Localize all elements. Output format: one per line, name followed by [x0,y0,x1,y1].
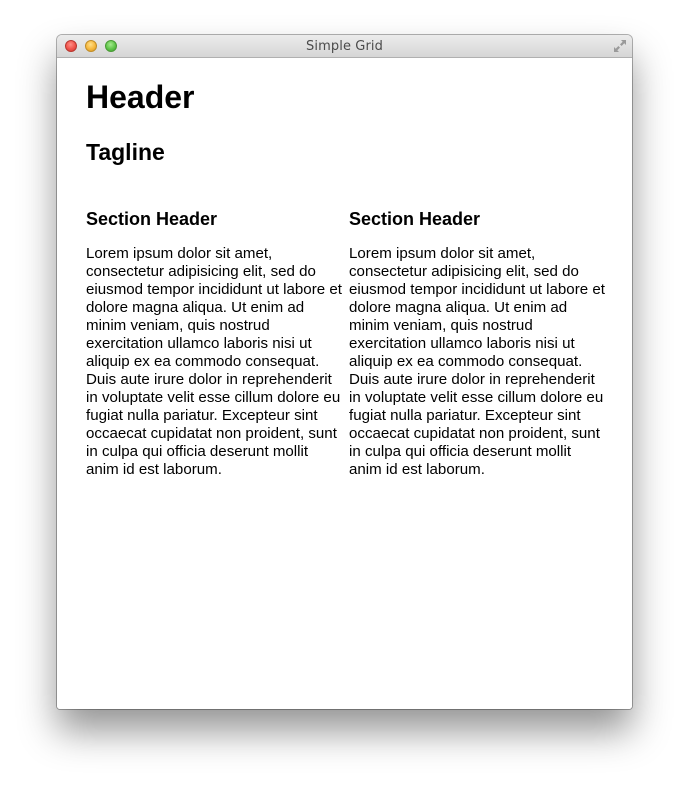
page-content: Header Tagline Section Header Lorem ipsu… [57,58,632,709]
grid-column-right: Section Header Lorem ipsum dolor sit ame… [349,208,605,479]
page-tagline: Tagline [86,139,165,165]
grid-column-left: Section Header Lorem ipsum dolor sit ame… [86,208,342,479]
browser-window: Simple Grid Header Tagline Section Heade… [57,35,632,709]
title-bar[interactable]: Simple Grid [57,35,632,58]
page-header: Header [86,79,195,115]
section-body-text: Lorem ipsum dolor sit amet, consectetur … [86,245,342,478]
section-header: Section Header [349,209,481,229]
window-title: Simple Grid [306,39,383,54]
fullscreen-icon[interactable] [613,39,627,53]
section-header: Section Header [86,209,218,229]
section-body-text: Lorem ipsum dolor sit amet, consectetur … [349,245,605,478]
